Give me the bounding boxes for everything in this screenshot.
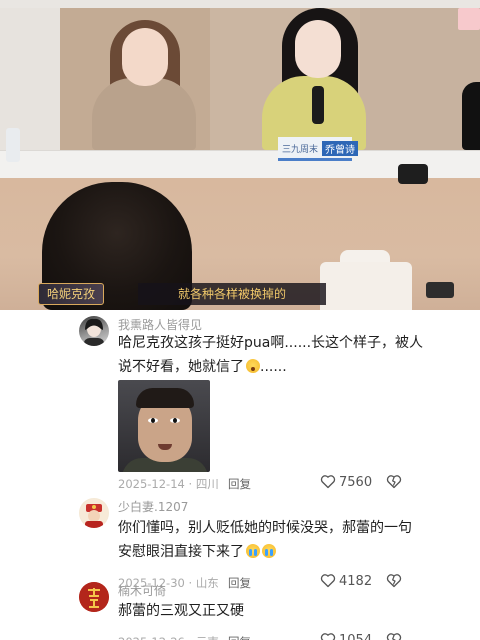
comment-image[interactable] [118,380,210,472]
shocked-emoji-icon [246,359,260,373]
video-frame[interactable]: 三九周末 乔曾诗 哈妮克孜 就各种各样被换掉的 [0,0,480,310]
comment-list: 我熏路人皆得见 哈尼克孜这孩子挺好pua啊......长这个样子，被人 说不好看… [0,310,480,640]
like-button[interactable]: 1054 [320,632,372,640]
comment-location: 云南 [196,635,219,640]
comment-meta: 2025-12-14 · 四川 [118,477,219,491]
broken-heart-outline-icon [386,475,402,489]
reply-button[interactable]: 回复 [228,634,251,640]
person-left-face [122,28,168,86]
nameplate: 三九周末 乔曾诗 [278,137,358,161]
like-count: 4182 [339,574,373,589]
video-subtitle: 就各种各样被换掉的 [138,283,326,305]
comment-text: 哈尼克孜这孩子挺好pua啊......长这个样子，被人 说不好看，她就信了...… [118,331,424,379]
comment-username[interactable]: 楠木可倚 [118,582,166,599]
comment-location: 四川 [195,477,219,491]
comment-username[interactable]: 少白妻.1207 [118,498,188,515]
speaker-name-tag: 哈妮克孜 [38,283,105,305]
crying-emoji-icon [262,544,276,558]
crying-emoji-icon [246,544,260,558]
broken-heart-outline-icon [386,633,402,640]
meme-hair [136,388,194,408]
comment-text-line: 说不好看，她就信了...... [118,355,418,379]
ceiling-beam [0,0,480,8]
avatar-image [80,499,108,528]
like-button[interactable]: 4182 [320,573,372,589]
avatar[interactable] [79,498,109,528]
comment-date: 2025-12-14 [118,477,185,491]
comment-text-line: 郝蕾的三观又正又硬 [118,603,244,619]
heart-outline-icon [320,475,336,489]
comment-text-part: ...... [260,359,287,375]
comment-text-line: 安慰眼泪直接下来了 [118,540,418,564]
like-count: 1054 [339,633,372,640]
avatar-image [84,318,104,346]
person-center-tie [312,86,324,124]
comment-text-line: 哈尼克孜这孩子挺好pua啊......长这个样子，被人 [118,335,424,351]
comment-text-line: 你们懂吗，别人贬低她的时候没哭，郝蕾的一句 [118,520,412,536]
avatar[interactable] [79,582,109,612]
like-count: 7560 [339,475,373,490]
nameplate-show: 三九周末 [282,145,319,155]
comment-location: 山东 [195,576,219,590]
comment-text-part: 安慰眼泪直接下来了 [118,544,244,560]
desk-device [398,164,428,184]
meme-eye [170,418,180,423]
dislike-button[interactable] [386,573,402,592]
reply-button[interactable]: 回复 [228,575,251,591]
dislike-button[interactable] [386,632,402,640]
comment-meta: 2025-12-26 · 云南 [118,634,219,640]
comment-date: 2025-12-26 [118,635,185,640]
cup [6,128,20,162]
desk-object [426,282,454,298]
heart-outline-icon [320,574,336,588]
heart-outline-icon [320,633,336,640]
avatar[interactable] [79,316,109,346]
person-left-body [92,78,196,150]
comment-text: 你们懂吗，别人贬低她的时候没哭，郝蕾的一句 安慰眼泪直接下来了 [118,516,418,564]
comment-text: 郝蕾的三观又正又硬 [118,599,418,623]
wall-decoration [458,8,480,30]
meme-eye [148,418,158,423]
like-button[interactable]: 7560 [320,474,372,490]
person-center-face [295,20,341,78]
tissue-box [320,262,412,310]
avatar-image [79,582,109,612]
person-right-edge [462,82,480,150]
comment-text-part: 说不好看，她就信了 [118,359,244,375]
dislike-button[interactable] [386,474,402,493]
reply-button[interactable]: 回复 [228,476,251,492]
nameplate-name: 乔曾诗 [322,141,358,156]
broken-heart-outline-icon [386,574,402,588]
